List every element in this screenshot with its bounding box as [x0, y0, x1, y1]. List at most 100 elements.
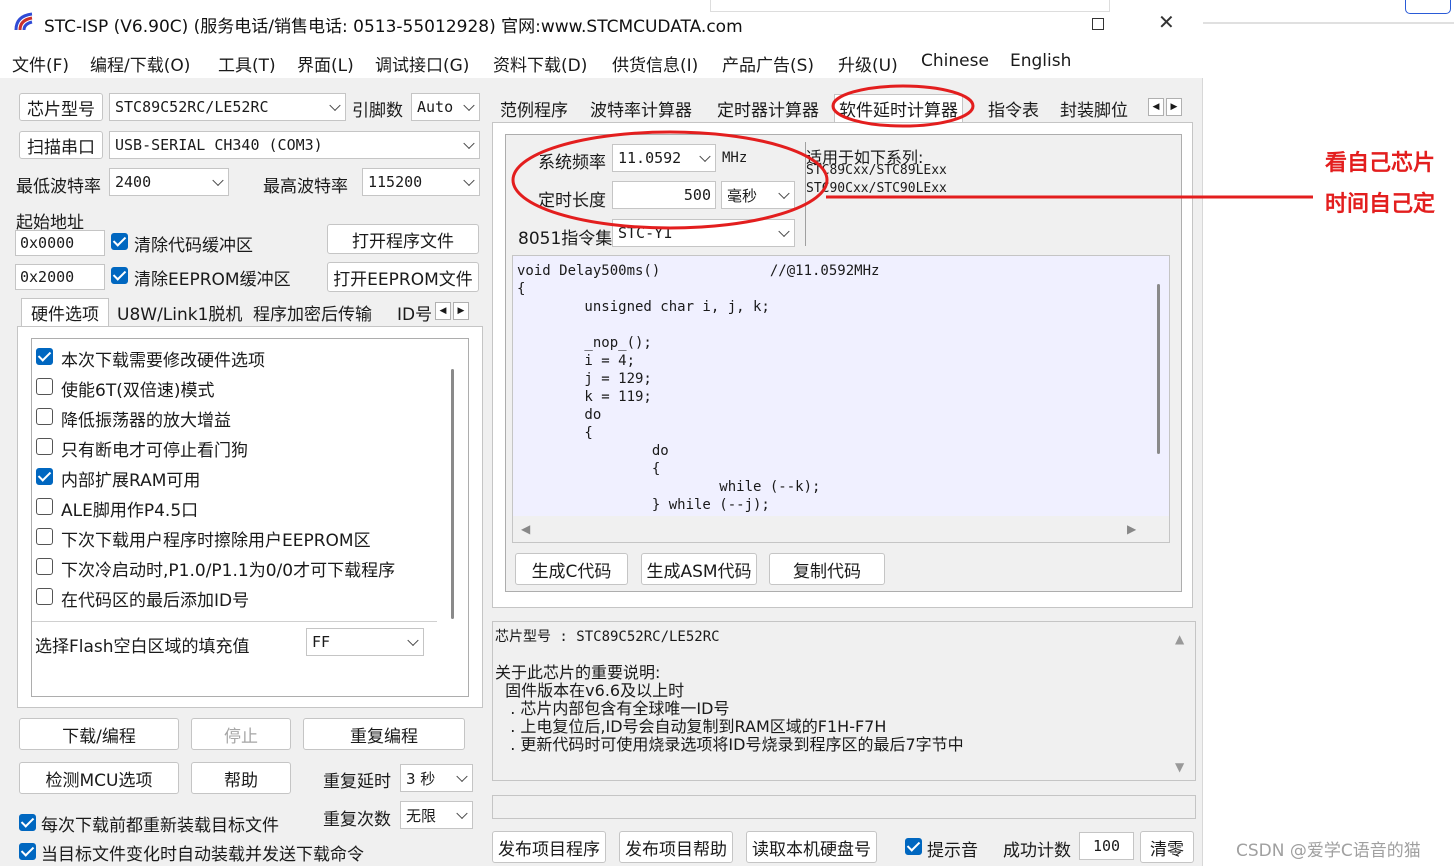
- tab-hardware-options[interactable]: 硬件选项: [21, 298, 109, 326]
- menu-file[interactable]: 文件(F): [12, 51, 69, 76]
- max-baud-select[interactable]: 115200: [362, 168, 480, 196]
- tab-sample-code[interactable]: 范例程序: [496, 94, 572, 122]
- clear-count-button[interactable]: 清零: [1140, 831, 1194, 863]
- system-freq-select[interactable]: 11.0592: [612, 144, 716, 172]
- code-line: } while (--j);: [517, 497, 770, 513]
- pin-count-select[interactable]: Auto: [411, 93, 480, 121]
- option-checkbox[interactable]: [36, 558, 53, 575]
- fill-value-select[interactable]: FF: [306, 628, 424, 656]
- option-row[interactable]: 本次下载需要修改硬件选项: [32, 344, 442, 371]
- menu-upgrade[interactable]: 升级(U): [838, 51, 898, 76]
- chevron-down-icon: [456, 807, 468, 820]
- chip-type-select[interactable]: STC89C52RC/LE52RC: [109, 93, 346, 121]
- reprogram-button[interactable]: 重复编程: [303, 718, 465, 750]
- clear-eeprom-checkbox[interactable]: [111, 267, 128, 284]
- code-address-input[interactable]: 0x0000: [15, 230, 105, 256]
- menu-english[interactable]: English: [1010, 51, 1071, 71]
- scroll-right-arrow-icon[interactable]: ▶: [1127, 522, 1136, 536]
- scan-port-button[interactable]: 扫描串口: [19, 131, 103, 159]
- generated-code-view[interactable]: void Delay500ms() //@11.0592MHz { unsign…: [512, 255, 1170, 543]
- generate-asm-button[interactable]: 生成ASM代码: [641, 553, 757, 585]
- delay-length-input[interactable]: 500: [612, 181, 716, 209]
- option-row[interactable]: 下次下载用户程序时擦除用户EEPROM区: [32, 524, 442, 551]
- reload-before-checkbox[interactable]: [19, 814, 36, 831]
- option-checkbox[interactable]: [36, 378, 53, 395]
- check-mcu-button[interactable]: 检测MCU选项: [19, 762, 179, 794]
- tab-instruction-table[interactable]: 指令表: [984, 94, 1043, 122]
- option-row[interactable]: 内部扩展RAM可用: [32, 464, 442, 491]
- menu-docs[interactable]: 资料下载(D): [493, 51, 587, 76]
- copy-code-button[interactable]: 复制代码: [769, 553, 885, 585]
- tab-timer-calculator[interactable]: 定时器计算器: [713, 94, 823, 122]
- code-vertical-scrollbar[interactable]: [1157, 284, 1160, 454]
- option-row[interactable]: 下次冷启动时,P1.0/P1.1为0/0才可下载程序: [32, 554, 442, 581]
- success-count-value: 100: [1079, 832, 1134, 860]
- tab-scroll-right-icon[interactable]: ▶: [1166, 98, 1182, 116]
- repeat-delay-select[interactable]: 3 秒: [400, 764, 473, 792]
- tab-delay-calculator[interactable]: 软件延时计算器: [834, 94, 963, 122]
- tab-scroll-left-icon[interactable]: ◀: [1148, 98, 1164, 116]
- generate-c-button[interactable]: 生成C代码: [515, 553, 628, 585]
- option-checkbox[interactable]: [36, 468, 53, 485]
- scroll-down-arrow-icon[interactable]: ▼: [1175, 760, 1184, 774]
- tab-scroll-left-icon[interactable]: ◀: [435, 302, 451, 320]
- min-baud-select[interactable]: 2400: [109, 168, 229, 196]
- applies-series-1: STC89Cxx/STC89LExx: [806, 163, 947, 178]
- eeprom-address-input[interactable]: 0x2000: [15, 264, 105, 290]
- title-bar: STC-ISP (V6.90C) (服务电话/销售电话: 0513-550129…: [0, 0, 1203, 44]
- download-program-button[interactable]: 下载/编程: [19, 718, 179, 750]
- publish-help-button[interactable]: 发布项目帮助: [619, 831, 733, 863]
- tab-id-number[interactable]: ID号: [393, 298, 436, 326]
- tab-package-pins[interactable]: 封装脚位: [1056, 94, 1132, 122]
- option-row[interactable]: ALE脚用作P4.5口: [32, 494, 442, 521]
- menu-supply[interactable]: 供货信息(I): [612, 51, 698, 76]
- chevron-down-icon: [463, 137, 475, 150]
- tab-baud-calculator[interactable]: 波特率计算器: [586, 94, 696, 122]
- option-checkbox[interactable]: [36, 438, 53, 455]
- tab-encrypted-transfer[interactable]: 程序加密后传输: [249, 298, 376, 326]
- code-horizontal-scrollbar[interactable]: ◀ ▶: [513, 516, 1169, 542]
- chip-info-panel[interactable]: 芯片型号 : STC89C52RC/LE52RC 关于此芯片的重要说明: 固件版…: [492, 621, 1196, 781]
- option-row[interactable]: 在代码区的最后添加ID号: [32, 584, 442, 611]
- delay-unit-value: 毫秒: [727, 186, 758, 205]
- status-progress-bar: [492, 795, 1196, 819]
- option-checkbox[interactable]: [36, 588, 53, 605]
- option-row[interactable]: 使能6T(双倍速)模式: [32, 374, 442, 401]
- close-icon[interactable]: ✕: [1158, 10, 1175, 34]
- help-button[interactable]: 帮助: [191, 762, 291, 794]
- menu-program[interactable]: 编程/下载(O): [90, 51, 190, 76]
- option-checkbox[interactable]: [36, 348, 53, 365]
- option-checkbox[interactable]: [36, 408, 53, 425]
- scroll-up-arrow-icon[interactable]: ▲: [1175, 632, 1184, 646]
- repeat-count-select[interactable]: 无限: [400, 801, 473, 829]
- clear-code-checkbox[interactable]: [111, 233, 128, 250]
- isa-select[interactable]: STC-Y1: [612, 219, 795, 247]
- menu-debug[interactable]: 调试接口(G): [375, 51, 469, 76]
- option-checkbox[interactable]: [36, 528, 53, 545]
- menu-view[interactable]: 界面(L): [297, 51, 354, 76]
- publish-program-button[interactable]: 发布项目程序: [492, 831, 606, 863]
- open-eeprom-button[interactable]: 打开EEPROM文件: [327, 262, 479, 292]
- tab-scroll-right-icon[interactable]: ▶: [453, 302, 469, 320]
- serial-port-select[interactable]: USB-SERIAL CH340 (COM3): [109, 131, 480, 159]
- app-logo-icon: [14, 12, 33, 31]
- open-program-button[interactable]: 打开程序文件: [327, 224, 479, 254]
- menu-chinese[interactable]: Chinese: [921, 51, 989, 71]
- fill-value: FF: [312, 633, 331, 651]
- minimize-icon[interactable]: [1092, 18, 1104, 30]
- scroll-left-arrow-icon[interactable]: ◀: [521, 522, 530, 536]
- options-scrollbar[interactable]: [451, 369, 454, 619]
- menu-tools[interactable]: 工具(T): [218, 51, 276, 76]
- menu-ads[interactable]: 产品广告(S): [722, 51, 814, 76]
- stop-button[interactable]: 停止: [191, 718, 291, 750]
- beep-checkbox[interactable]: [905, 838, 922, 855]
- option-row[interactable]: 降低振荡器的放大增益: [32, 404, 442, 431]
- option-row[interactable]: 只有断电才可停止看门狗: [32, 434, 442, 461]
- option-checkbox[interactable]: [36, 498, 53, 515]
- read-disk-id-button[interactable]: 读取本机硬盘号: [746, 831, 877, 863]
- auto-reload-checkbox[interactable]: [19, 843, 36, 860]
- delay-unit-select[interactable]: 毫秒: [721, 181, 795, 209]
- code-line: {: [517, 461, 661, 477]
- tab-u8w-offline[interactable]: U8W/Link1脱机: [113, 298, 246, 326]
- menu-bar: 文件(F) 编程/下载(O) 工具(T) 界面(L) 调试接口(G) 资料下载(…: [0, 44, 1203, 78]
